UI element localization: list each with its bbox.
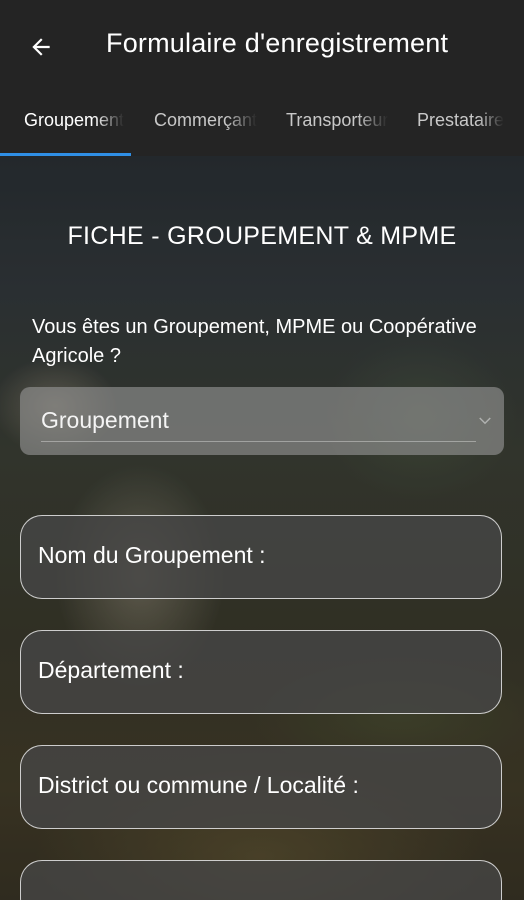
departement-field[interactable]: Département : (20, 630, 502, 714)
select-underline (41, 441, 476, 442)
tab-label: Transporteur (286, 110, 389, 130)
active-tab-indicator (0, 153, 131, 156)
nom-groupement-field[interactable]: Nom du Groupement : (20, 515, 502, 599)
form-title: FICHE - GROUPEMENT & MPME (67, 222, 457, 250)
field-label: Département : (38, 657, 184, 683)
back-button[interactable] (22, 28, 60, 66)
tab-commercant[interactable]: Commerçant (131, 94, 261, 156)
chevron-down-icon (479, 417, 491, 425)
tab-groupement[interactable]: Groupement (0, 94, 130, 156)
registration-screen: Formulaire d'enregistrement Groupement C… (0, 0, 524, 900)
tab-label: Groupement (24, 110, 125, 130)
select-value: Groupement (41, 407, 169, 433)
tab-prestataire[interactable]: Prestataire (393, 94, 523, 156)
app-bar: Formulaire d'enregistrement (0, 0, 524, 94)
tab-label: Commerçant (154, 110, 258, 130)
field-label: District ou commune / Localité : (38, 772, 359, 798)
tab-bar: Groupement Commerçant Transporteur Prest… (0, 94, 524, 156)
tab-transporteur[interactable]: Transporteur (262, 94, 392, 156)
organization-type-question: Vous êtes un Groupement, MPME ou Coopéra… (32, 316, 477, 367)
field-label: Nom du Groupement : (38, 542, 266, 568)
tab-label: Prestataire (417, 110, 505, 130)
organization-type-select[interactable]: Groupement (20, 387, 504, 455)
district-commune-field[interactable]: District ou commune / Localité : (20, 745, 502, 829)
arrow-left-icon (32, 38, 50, 56)
page-title: Formulaire d'enregistrement (106, 28, 449, 58)
next-field[interactable] (20, 860, 502, 900)
